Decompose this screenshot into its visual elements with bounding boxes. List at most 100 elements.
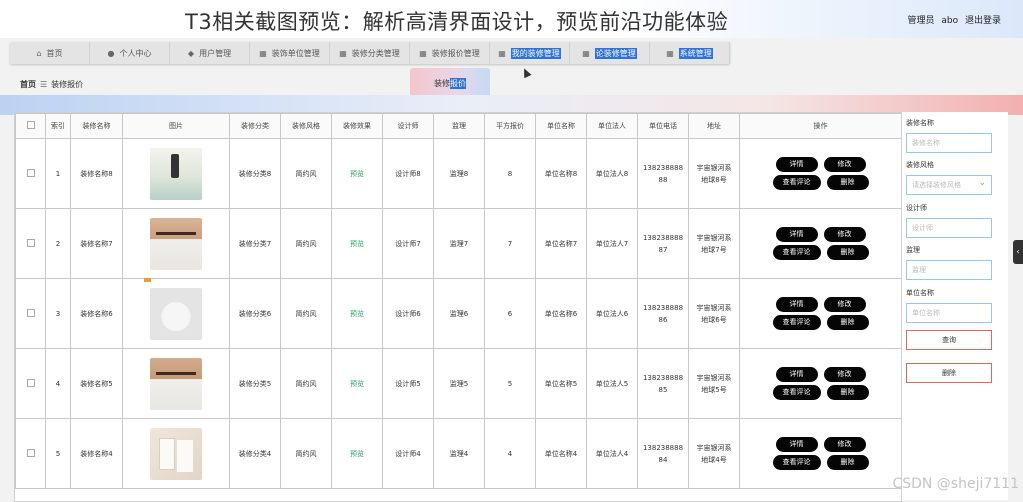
view-comments-button[interactable]: 查看评论 — [772, 315, 821, 330]
row-actions-line: 详情 修改 — [775, 297, 866, 312]
address-line-2: 地球6号 — [701, 315, 727, 324]
user-icon: ● — [107, 48, 115, 58]
edit-button[interactable]: 修改 — [823, 227, 866, 242]
row-checkbox-cell[interactable] — [15, 278, 46, 349]
view-comments-button[interactable]: 查看评论 — [772, 245, 821, 260]
breadcrumb-home[interactable]: 首页 — [20, 80, 36, 89]
detail-button[interactable]: 详情 — [775, 157, 818, 172]
style-select[interactable]: 请选择装修风格 — [906, 174, 992, 195]
preview-link[interactable]: 预览 — [350, 170, 364, 178]
select-all-checkbox[interactable] — [26, 121, 35, 129]
address-line-2: 地球7号 — [701, 245, 727, 254]
view-comments-button[interactable]: 查看评论 — [772, 175, 821, 190]
address-text: 宇宙银河系 地球6号 — [689, 302, 739, 326]
nav-item-7[interactable]: ▦ 论装修管理 — [570, 42, 650, 64]
image-cell — [122, 208, 230, 279]
nav-item-label: 装饰单位管理 — [271, 48, 320, 58]
tab-active[interactable]: 装修 报价 — [410, 68, 490, 98]
breadcrumb: 首页 ☰ 装修报价 — [20, 79, 83, 90]
name-label: 装修名称 — [906, 119, 934, 127]
row-checkbox-cell[interactable] — [15, 418, 46, 489]
row-checkbox[interactable] — [26, 308, 35, 317]
preview-link[interactable]: 预览 — [350, 310, 364, 318]
name-input[interactable]: 装修名称 — [906, 133, 992, 153]
table-header-row: 索引 装修名称 图片 装修分类 装修风格 装修效果 设计师 监理 平方报价 单位名称 单位法人 单位电… — [15, 113, 901, 139]
price-cell: 8 — [484, 138, 536, 209]
phone-line-1: 138238888 — [642, 373, 684, 382]
row-checkbox[interactable] — [26, 448, 35, 457]
legal-cell: 单位法人6 — [586, 278, 638, 349]
preview-link[interactable]: 预览 — [350, 450, 364, 458]
phone-line-1: 138238888 — [642, 163, 684, 172]
delete-button[interactable]: 删除 — [826, 385, 869, 400]
edit-button[interactable]: 修改 — [823, 157, 866, 172]
delete-button[interactable]: 删除 — [826, 175, 869, 190]
effect-cell: 预览 — [331, 418, 383, 489]
edit-button[interactable]: 修改 — [823, 367, 866, 382]
preview-link[interactable]: 预览 — [350, 380, 364, 388]
unit-input[interactable]: 单位名称 — [906, 303, 992, 323]
nav-item-1[interactable]: ● 个人中心 — [90, 42, 170, 64]
phone-line-1: 138238888 — [642, 303, 684, 312]
delete-button[interactable]: 删除 — [826, 315, 869, 330]
column-header: 装修分类 — [229, 113, 281, 139]
nav-item-0[interactable]: ⌂ 首页 — [10, 42, 90, 64]
nav-item-4[interactable]: ▦ 装修分类管理 — [330, 42, 410, 64]
designer-input[interactable]: 设计师 — [906, 218, 992, 238]
price-cell: 5 — [484, 348, 536, 419]
detail-button[interactable]: 详情 — [775, 437, 818, 452]
column-header: 索引 — [45, 113, 71, 139]
phone-line-2: 85 — [658, 385, 668, 394]
row-checkbox[interactable] — [26, 238, 35, 247]
delete-selected-button[interactable]: 删除 — [906, 363, 992, 383]
address-cell: 宇宙银河系 地球7号 — [688, 208, 740, 279]
nav-item-8[interactable]: ▦ 系统管理 — [650, 42, 730, 64]
row-checkbox-cell[interactable] — [15, 348, 46, 419]
detail-button[interactable]: 详情 — [775, 297, 818, 312]
select-all-checkbox-cell[interactable] — [15, 113, 46, 139]
unit-label: 单位名称 — [906, 289, 934, 297]
address-cell: 宇宙银河系 地球6号 — [688, 278, 740, 349]
address-cell: 宇宙银河系 地球5号 — [688, 348, 740, 419]
nav-item-3[interactable]: ▦ 装饰单位管理 — [250, 42, 330, 64]
index-cell: 4 — [45, 348, 71, 419]
supervisor-cell: 监理8 — [433, 138, 485, 209]
chevron-left-icon[interactable]: ‹ — [1013, 240, 1023, 264]
address-line-1: 宇宙银河系 — [696, 373, 732, 382]
row-checkbox[interactable] — [26, 168, 35, 177]
view-comments-button[interactable]: 查看评论 — [772, 455, 821, 470]
delete-button[interactable]: 删除 — [826, 245, 869, 260]
supervisor-input[interactable]: 监理 — [906, 260, 992, 280]
phone-text: 138238888 85 — [638, 372, 688, 396]
index-cell: 3 — [45, 278, 71, 349]
query-button[interactable]: 查询 — [906, 330, 992, 350]
table-body: 1 装修名称8 装修分类8 简约风 预览 设计师8 监理8 8 单位名称8 单位法人8 138238… — [15, 138, 901, 489]
nav-item-5[interactable]: ▦ 装修报价管理 — [410, 42, 490, 64]
style-cell: 简约风 — [280, 418, 332, 489]
nav-item-6[interactable]: ▦ 我的装修管理 — [490, 42, 570, 64]
edit-button[interactable]: 修改 — [823, 297, 866, 312]
row-checkbox[interactable] — [26, 378, 35, 387]
supervisor-cell: 监理5 — [433, 348, 485, 419]
nav-item-2[interactable]: ◆ 用户管理 — [170, 42, 250, 64]
name-cell: 装修名称8 — [70, 138, 123, 209]
phone-line-2: 84 — [658, 455, 668, 464]
row-checkbox-cell[interactable] — [15, 208, 46, 279]
address-line-1: 宇宙银河系 — [696, 163, 732, 172]
phone-cell: 138238888 88 — [637, 138, 689, 209]
preview-link[interactable]: 预览 — [350, 240, 364, 248]
phone-cell: 138238888 87 — [637, 208, 689, 279]
name-cell: 装修名称6 — [70, 278, 123, 349]
view-comments-button[interactable]: 查看评论 — [772, 385, 821, 400]
logout-link[interactable]: 退出登录 — [965, 16, 1001, 26]
row-actions: 详情 修改 查看评论 删除 — [740, 227, 901, 260]
detail-button[interactable]: 详情 — [775, 367, 818, 382]
style-select-placeholder: 请选择装修风格 — [912, 181, 961, 189]
edit-button[interactable]: 修改 — [823, 437, 866, 452]
row-checkbox-cell[interactable] — [15, 138, 46, 209]
image-cell — [122, 277, 230, 349]
column-header: 装修名称 — [70, 113, 123, 139]
delete-button[interactable]: 删除 — [826, 455, 869, 470]
detail-button[interactable]: 详情 — [775, 227, 818, 242]
product-image — [150, 357, 202, 410]
